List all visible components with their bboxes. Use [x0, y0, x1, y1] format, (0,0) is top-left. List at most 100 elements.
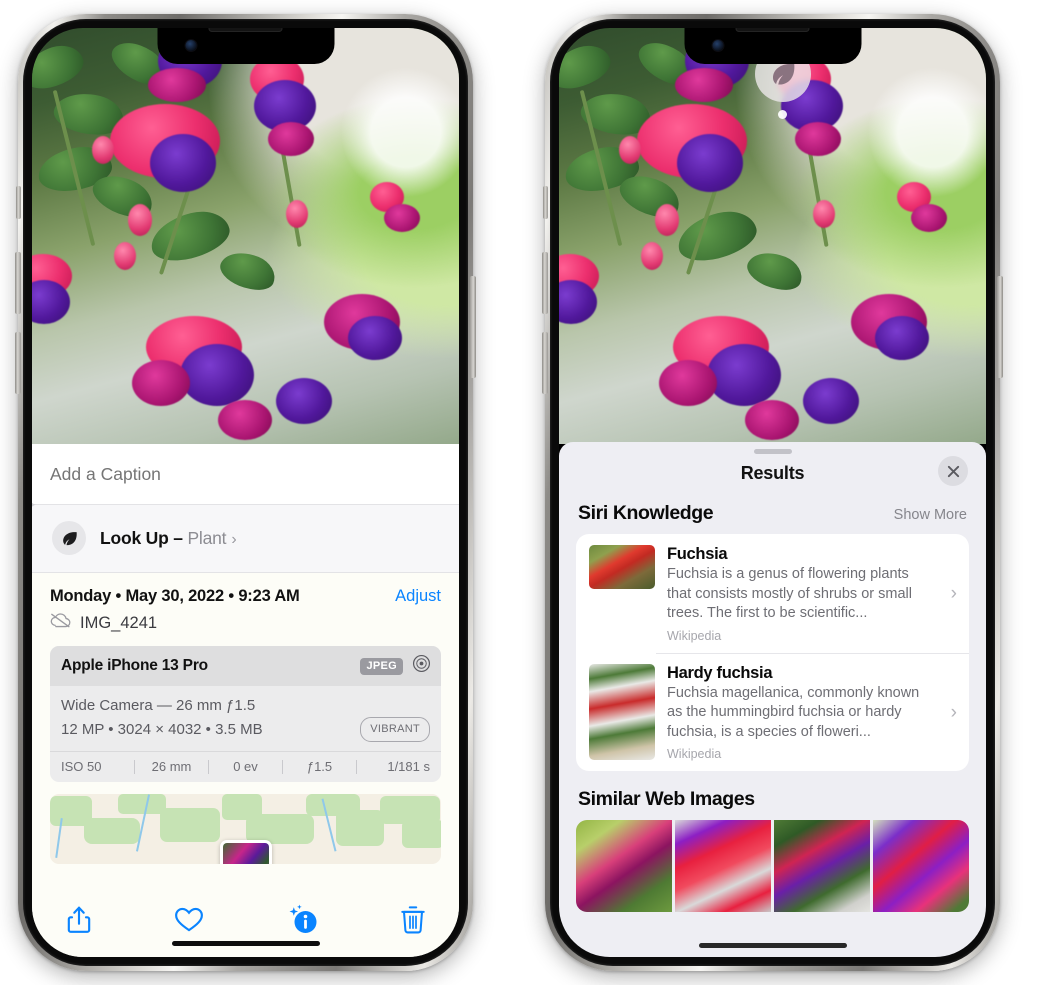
bud-shape	[619, 136, 641, 164]
flower-shape	[132, 360, 190, 406]
front-camera-icon	[712, 40, 723, 51]
photo-date: Monday • May 30, 2022 • 9:23 AM	[50, 587, 300, 605]
share-button[interactable]	[66, 905, 92, 940]
metadata-date-row: Monday • May 30, 2022 • 9:23 AM Adjust	[50, 587, 441, 606]
camera-size-row: 12 MP • 3024 × 4032 • 3.5 MB VIBRANT	[61, 717, 430, 743]
camera-info-card: Apple iPhone 13 Pro JPEG Wide Camera — 2…	[50, 646, 441, 783]
result-title: Hardy fuchsia	[667, 663, 773, 682]
exif-iso: ISO 50	[61, 759, 102, 775]
silent-switch[interactable]	[16, 186, 21, 219]
result-description: Fuchsia is a genus of flowering plants t…	[667, 566, 912, 622]
metadata-file-row: IMG_4241	[50, 613, 441, 633]
similar-web-images-header: Similar Web Images	[559, 771, 986, 820]
iphone-right: Results Siri Knowledge Show More Fuchsia…	[542, 14, 1003, 971]
exif-focal: 26 mm	[151, 759, 192, 775]
look-up-label: Look Up – Plant ›	[100, 527, 237, 549]
camera-model: Apple iPhone 13 Pro	[61, 657, 208, 674]
exif-aperture: ƒ1.5	[306, 759, 333, 775]
look-up-subject: Plant	[187, 527, 227, 548]
web-image-4[interactable]	[873, 820, 969, 913]
adjust-button[interactable]: Adjust	[395, 587, 441, 606]
flower-shape	[677, 134, 743, 192]
flower-shape	[148, 68, 206, 102]
front-camera-icon	[185, 40, 196, 51]
look-up-action: Look Up –	[100, 527, 188, 548]
camera-card-body: Wide Camera — 26 mm ƒ1.5 12 MP • 3024 × …	[50, 686, 441, 751]
photo-info-sheet: ✦ ✦ Look Up – Plant› Monday • May 30, 20…	[32, 444, 459, 957]
volume-down-button[interactable]	[15, 332, 21, 394]
caption-row[interactable]	[32, 444, 459, 505]
volume-up-button[interactable]	[15, 252, 21, 314]
bud-shape	[286, 200, 308, 228]
photo-filename: IMG_4241	[80, 613, 158, 632]
aperture-icon	[412, 654, 431, 678]
delete-button[interactable]	[401, 905, 425, 940]
earpiece-speaker	[735, 28, 810, 32]
result-title: Fuchsia	[667, 545, 728, 563]
exif-exposure: 0 ev	[233, 759, 258, 775]
map-photo-pin[interactable]	[219, 840, 272, 865]
camera-card-header: Apple iPhone 13 Pro JPEG	[50, 646, 441, 686]
map-green-area	[160, 808, 220, 843]
web-image-3[interactable]	[774, 820, 870, 913]
notch	[684, 28, 861, 64]
flower-shape	[268, 122, 314, 156]
screen-left: ✦ ✦ Look Up – Plant› Monday • May 30, 20…	[32, 28, 459, 957]
power-button[interactable]	[997, 276, 1003, 378]
result-thumbnail	[589, 545, 655, 589]
cloud-slash-icon	[50, 613, 71, 633]
favorite-button[interactable]	[174, 906, 204, 938]
flower-shape	[348, 316, 402, 360]
home-indicator[interactable]	[698, 943, 847, 948]
photo-viewer-right[interactable]	[559, 28, 986, 444]
home-indicator[interactable]	[171, 941, 320, 946]
bud-shape	[655, 204, 679, 236]
volume-down-button[interactable]	[542, 332, 548, 394]
screenshot-canvas: ✦ ✦ Look Up – Plant› Monday • May 30, 20…	[0, 0, 1055, 985]
volume-up-button[interactable]	[542, 252, 548, 314]
screen-right: Results Siri Knowledge Show More Fuchsia…	[559, 28, 986, 957]
map-green-area	[402, 820, 441, 849]
leaf-icon	[52, 521, 86, 555]
map-green-area	[118, 794, 166, 815]
silent-switch[interactable]	[543, 186, 548, 219]
power-button[interactable]	[470, 276, 476, 378]
web-image-1[interactable]	[576, 820, 672, 913]
flower-shape	[803, 378, 859, 424]
list-item[interactable]: Hardy fuchsia Fuchsia magellanica, commo…	[576, 652, 969, 772]
results-header: Results	[559, 454, 986, 500]
map-pin-thumbnail	[222, 843, 269, 865]
web-image-2[interactable]	[675, 820, 771, 913]
caption-input[interactable]	[50, 464, 441, 485]
flower-shape	[745, 400, 799, 440]
close-icon[interactable]	[938, 456, 968, 486]
photo-viewer-left[interactable]	[32, 28, 459, 444]
bud-shape	[114, 242, 136, 270]
info-button[interactable]	[287, 904, 319, 941]
flower-shape	[180, 344, 254, 406]
similar-web-images-row	[576, 820, 969, 913]
exif-shutter: 1/181 s	[387, 759, 430, 775]
bud-shape	[813, 200, 835, 228]
flower-shape	[707, 344, 781, 406]
siri-knowledge-header: Siri Knowledge Show More	[559, 500, 986, 534]
list-item[interactable]: Fuchsia Fuchsia is a genus of flowering …	[576, 534, 969, 653]
show-more-button[interactable]: Show More	[894, 507, 967, 523]
look-up-row[interactable]: ✦ ✦ Look Up – Plant›	[32, 496, 459, 573]
flower-shape	[875, 316, 929, 360]
chevron-right-icon: ›	[950, 582, 957, 604]
flower-shape	[384, 204, 420, 232]
section-title: Similar Web Images	[578, 788, 755, 811]
chevron-right-icon: ›	[950, 701, 957, 723]
camera-header-badges: JPEG	[360, 654, 431, 678]
flower-shape	[659, 360, 717, 406]
earpiece-speaker	[208, 28, 283, 32]
photo-toolbar	[32, 887, 459, 957]
flower-shape	[218, 400, 272, 440]
flower-shape	[675, 68, 733, 102]
bud-shape	[92, 136, 114, 164]
result-thumbnail	[589, 663, 655, 760]
result-source: Wikipedia	[667, 628, 722, 643]
exif-row: ISO 50 26 mm 0 ev ƒ1.5 1/181 s	[50, 751, 441, 782]
location-map[interactable]	[50, 794, 441, 865]
